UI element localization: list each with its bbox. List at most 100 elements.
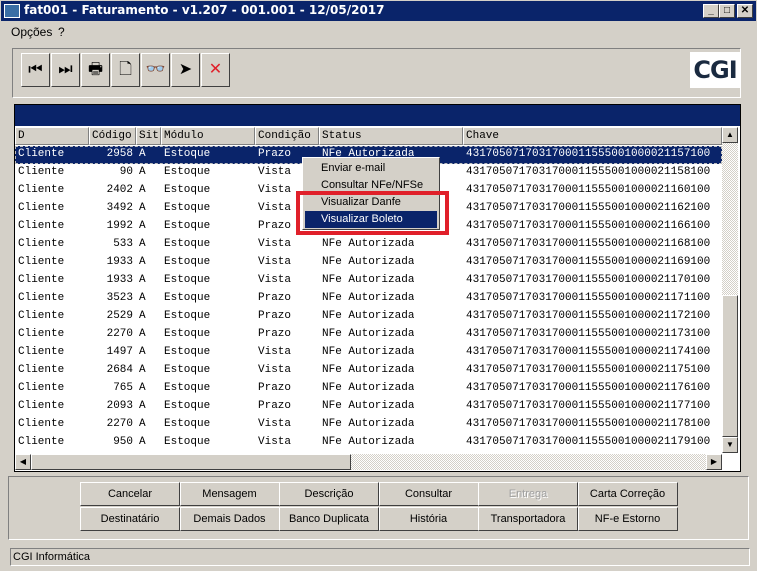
cell-sit: A <box>139 346 146 358</box>
cell-condição: Prazo <box>258 292 292 304</box>
cell-módulo: Estoque <box>164 400 211 412</box>
cell-sit: A <box>139 184 146 196</box>
scroll-left-button[interactable]: ◀ <box>15 454 31 470</box>
cell-sit: A <box>139 148 146 160</box>
cell-módulo: Estoque <box>164 418 211 430</box>
cell-chave: 4317050717031700011555001000021176100 <box>466 382 711 394</box>
cell-condição: Vista <box>258 238 292 250</box>
last-record-button[interactable]: ⏭ <box>51 53 80 87</box>
first-record-button[interactable]: ⏮ <box>21 53 50 87</box>
cell-código: 1497 <box>106 346 133 358</box>
cell-condição: Vista <box>258 346 292 358</box>
printer-icon: 🖶 <box>87 61 104 78</box>
cell-módulo: Estoque <box>164 292 211 304</box>
table-row[interactable]: Cliente 2093 A Estoque Prazo NFe Autorizada 43… <box>15 398 722 416</box>
cell-status: NFe Autorizada <box>322 292 415 304</box>
send-button[interactable]: ➤ <box>171 53 200 87</box>
cell-sit: A <box>139 436 146 448</box>
table-row[interactable]: Cliente 3523 A Estoque Prazo NFe Autorizada 43… <box>15 290 722 308</box>
table-row[interactable]: Cliente 950 A Estoque Vista NFe Autorizada 431… <box>15 434 722 452</box>
cell-d: Cliente <box>18 436 65 448</box>
cell-sit: A <box>139 382 146 394</box>
column-header-4[interactable]: Condição <box>255 127 319 145</box>
cell-d: Cliente <box>18 184 65 196</box>
cell-código: 2270 <box>106 418 133 430</box>
cell-d: Cliente <box>18 310 65 322</box>
column-header-3[interactable]: Módulo <box>161 127 255 145</box>
cell-status: NFe Autorizada <box>322 364 415 376</box>
cell-módulo: Estoque <box>164 184 211 196</box>
cell-módulo: Estoque <box>164 310 211 322</box>
vertical-scroll-thumb[interactable] <box>722 295 738 437</box>
cell-condição: Prazo <box>258 328 292 340</box>
cell-chave: 4317050717031700011555001000021158100 <box>466 166 711 178</box>
table-row[interactable]: Cliente 1933 A Estoque Vista NFe Autorizada 43… <box>15 254 722 272</box>
cell-chave: 4317050717031700011555001000021170100 <box>466 274 711 286</box>
cell-sit: A <box>139 418 146 430</box>
table-row[interactable]: Cliente 2684 A Estoque Vista NFe Autorizada 43… <box>15 362 722 380</box>
app-icon <box>4 4 20 18</box>
scroll-right-button[interactable]: ▶ <box>706 454 722 470</box>
cell-chave: 4317050717031700011555001000021157100 <box>466 148 711 160</box>
column-header-6[interactable]: Chave <box>463 127 722 145</box>
cell-módulo: Estoque <box>164 166 211 178</box>
column-header-1[interactable]: Código <box>89 127 136 145</box>
maximize-button[interactable]: □ <box>719 4 735 18</box>
scroll-down-button[interactable]: ▼ <box>722 437 738 453</box>
cell-chave: 4317050717031700011555001000021168100 <box>466 238 711 250</box>
table-row[interactable]: Cliente 1933 A Estoque Vista NFe Autorizada 43… <box>15 272 722 290</box>
cell-condição: Vista <box>258 166 292 178</box>
cell-código: 2529 <box>106 310 133 322</box>
table-row[interactable]: Cliente 765 A Estoque Prazo NFe Autorizada 431… <box>15 380 722 398</box>
menu-help[interactable]: ? <box>58 25 65 39</box>
cell-d: Cliente <box>18 166 65 178</box>
first-record-icon: ⏮ <box>28 61 43 78</box>
cell-chave: 4317050717031700011555001000021178100 <box>466 418 711 430</box>
cell-condição: Prazo <box>258 382 292 394</box>
cell-condição: Vista <box>258 364 292 376</box>
cell-chave: 4317050717031700011555001000021177100 <box>466 400 711 412</box>
column-header-0[interactable]: D <box>15 127 89 145</box>
close-button[interactable]: ✕ <box>737 4 753 18</box>
cell-condição: Prazo <box>258 148 292 160</box>
minimize-button[interactable]: _ <box>703 4 719 18</box>
send-icon: ➤ <box>178 61 193 78</box>
binoculars-search-button[interactable]: 👓 <box>141 53 170 87</box>
table-row[interactable]: Cliente 1497 A Estoque Vista NFe Autorizada 43… <box>15 344 722 362</box>
cell-status: NFe Autorizada <box>322 436 415 448</box>
table-row[interactable]: Cliente 2270 A Estoque Vista NFe Autorizada 43… <box>15 416 722 434</box>
last-record-icon: ⏭ <box>58 61 73 78</box>
cell-d: Cliente <box>18 148 65 160</box>
horizontal-scroll-thumb[interactable] <box>31 454 351 470</box>
table-row[interactable]: Cliente 533 A Estoque Vista NFe Autorizada 431… <box>15 236 722 254</box>
cell-status: NFe Autorizada <box>322 328 415 340</box>
cell-módulo: Estoque <box>164 148 211 160</box>
menu-item-enviar-email[interactable]: Enviar e-mail <box>305 160 437 177</box>
cell-chave: 4317050717031700011555001000021171100 <box>466 292 711 304</box>
cell-condição: Vista <box>258 418 292 430</box>
menu-opcoes[interactable]: Opções <box>11 25 52 39</box>
cell-módulo: Estoque <box>164 220 211 232</box>
cell-d: Cliente <box>18 364 65 376</box>
column-header-5[interactable]: Status <box>319 127 463 145</box>
cell-status: NFe Autorizada <box>322 346 415 358</box>
cell-módulo: Estoque <box>164 382 211 394</box>
cell-código: 950 <box>113 436 133 448</box>
cell-condição: Prazo <box>258 310 292 322</box>
printer-button[interactable]: 🖶 <box>81 53 110 87</box>
table-row[interactable]: Cliente 2529 A Estoque Prazo NFe Autorizada 43… <box>15 308 722 326</box>
new-document-button[interactable]: 🗋 <box>111 53 140 87</box>
delete-button[interactable]: ✕ <box>201 53 230 87</box>
column-header-2[interactable]: Sit <box>136 127 161 145</box>
cell-status: NFe Autorizada <box>322 400 415 412</box>
scroll-up-button[interactable]: ▲ <box>722 127 738 143</box>
cell-d: Cliente <box>18 346 65 358</box>
cell-sit: A <box>139 364 146 376</box>
cell-módulo: Estoque <box>164 328 211 340</box>
cell-d: Cliente <box>18 328 65 340</box>
delete-icon: ✕ <box>208 61 223 78</box>
table-row[interactable]: Cliente 2270 A Estoque Prazo NFe Autorizada 43… <box>15 326 722 344</box>
cell-sit: A <box>139 202 146 214</box>
cell-chave: 4317050717031700011555001000021169100 <box>466 256 711 268</box>
cell-chave: 4317050717031700011555001000021179100 <box>466 436 711 448</box>
